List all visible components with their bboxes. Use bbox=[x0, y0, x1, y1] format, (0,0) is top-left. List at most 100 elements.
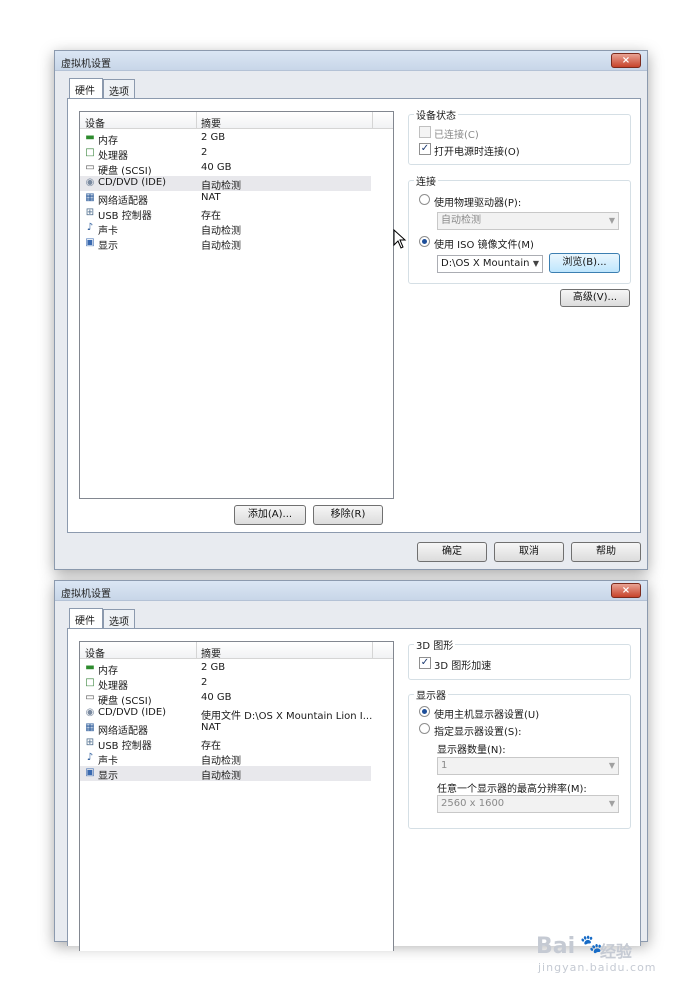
physical-drive-label: 使用物理驱动器(P): bbox=[434, 198, 522, 209]
list-item[interactable]: □ 处理器 2 bbox=[80, 146, 371, 162]
iso-path-value: D:\OS X Mountain bbox=[441, 258, 530, 269]
list-item[interactable]: ▭ 硬盘 (SCSI) 40 GB bbox=[80, 161, 371, 177]
list-item[interactable]: ♪ 声卡 自动检测 bbox=[80, 751, 371, 768]
advanced-button[interactable]: 高级(V)... bbox=[560, 289, 630, 307]
list-item[interactable]: ⊞ USB 控制器 存在 bbox=[80, 736, 371, 753]
column-header-device[interactable]: 设备 bbox=[85, 645, 105, 660]
sound-card-icon: ♪ bbox=[86, 222, 94, 233]
cancel-button[interactable]: 取消 bbox=[494, 542, 564, 562]
sound-card-icon: ♪ bbox=[86, 752, 94, 763]
ok-button[interactable]: 确定 bbox=[417, 542, 487, 562]
watermark-url: jingyan.baidu.com bbox=[538, 961, 657, 974]
close-button[interactable]: × bbox=[611, 583, 641, 598]
device-summary: 存在 bbox=[201, 741, 221, 752]
tab-options[interactable]: 选项 bbox=[103, 609, 135, 629]
connect-at-power-on-checkbox[interactable]: ✓ bbox=[419, 143, 431, 155]
remove-button[interactable]: 移除(R) bbox=[313, 505, 383, 525]
list-item[interactable]: ▣ 显示 自动检测 bbox=[80, 236, 371, 253]
vm-settings-window-cd-dvd: 虚拟机设置 × 硬件 选项 设备 摘要 ▬ 内存 2 GB □ 处理器 2 ▭ 硬盘 (SCS… bbox=[54, 50, 648, 570]
add-button[interactable]: 添加(A)... bbox=[234, 505, 306, 525]
max-resolution-label: 任意一个显示器的最高分辨率(M): bbox=[437, 784, 587, 795]
device-name: 硬盘 (SCSI) bbox=[98, 696, 152, 707]
processor-icon: □ bbox=[85, 677, 95, 688]
list-item[interactable]: ◉ CD/DVD (IDE) 使用文件 D:\OS X Mountain Lion … bbox=[80, 706, 373, 722]
title-bar[interactable]: 虚拟机设置 × bbox=[55, 51, 647, 71]
chevron-down-icon: ▼ bbox=[608, 216, 615, 225]
device-summary: 自动检测 bbox=[201, 181, 241, 192]
specify-settings-label: 指定显示器设置(S): bbox=[434, 727, 522, 738]
list-item[interactable]: ⊞ USB 控制器 存在 bbox=[80, 206, 371, 223]
iso-image-radio[interactable] bbox=[419, 236, 430, 247]
device-summary: 2 GB bbox=[201, 132, 226, 143]
list-item[interactable]: ▦ 网络适配器 NAT bbox=[80, 721, 371, 737]
tab-options[interactable]: 选项 bbox=[103, 79, 135, 99]
monitor-count-select[interactable]: 1 ▼ bbox=[437, 757, 619, 775]
column-header-device[interactable]: 设备 bbox=[85, 115, 105, 130]
3d-acceleration-label: 3D 图形加速 bbox=[434, 661, 492, 672]
device-summary: 存在 bbox=[201, 211, 221, 222]
tab-hardware[interactable]: 硬件 bbox=[69, 78, 103, 100]
list-item[interactable]: ▬ 内存 2 GB bbox=[80, 661, 371, 677]
list-item[interactable]: ▭ 硬盘 (SCSI) 40 GB bbox=[80, 691, 371, 707]
mouse-cursor-icon bbox=[393, 229, 407, 249]
hard-disk-icon: ▭ bbox=[85, 692, 95, 703]
physical-drive-select[interactable]: 自动检测 ▼ bbox=[437, 212, 619, 230]
device-summary: 2 bbox=[201, 677, 208, 688]
device-summary: 2 bbox=[201, 147, 208, 158]
column-header-summary[interactable]: 摘要 bbox=[201, 115, 221, 130]
device-name: 声卡 bbox=[98, 756, 118, 767]
iso-path-combo[interactable]: D:\OS X Mountain ▼ bbox=[437, 255, 543, 273]
max-resolution-value: 2560 x 1600 bbox=[441, 798, 505, 809]
3d-graphics-group: 3D 图形 ✓ 3D 图形加速 bbox=[408, 637, 631, 680]
device-list[interactable]: 设备 摘要 ▬ 内存 2 GB □ 处理器 2 ▭ 硬盘 (SCSI) 40 GB ◉ CD/DVD… bbox=[79, 111, 394, 499]
connected-checkbox[interactable] bbox=[419, 126, 431, 138]
3d-acceleration-checkbox[interactable]: ✓ bbox=[419, 657, 431, 669]
device-status-label: 设备状态 bbox=[414, 107, 458, 122]
list-item[interactable]: ▦ 网络适配器 NAT bbox=[80, 191, 371, 207]
device-name: CD/DVD (IDE) bbox=[98, 707, 167, 718]
specify-settings-radio[interactable] bbox=[419, 723, 430, 734]
device-name: 内存 bbox=[98, 136, 118, 147]
device-list[interactable]: 设备 摘要 ▬ 内存 2 GB □ 处理器 2 ▭ 硬盘 (SCSI) 40 GB ◉ CD/DVD… bbox=[79, 641, 394, 951]
cd-dvd-icon: ◉ bbox=[85, 177, 95, 188]
display-icon: ▣ bbox=[85, 767, 95, 778]
device-name: 硬盘 (SCSI) bbox=[98, 166, 152, 177]
device-name: 内存 bbox=[98, 666, 118, 677]
vm-settings-window-display: 虚拟机设置 × 硬件 选项 设备 摘要 ▬ 内存 2 GB □ 处理器 2 ▭ 硬盘 (SCS… bbox=[54, 580, 648, 951]
list-item[interactable]: □ 处理器 2 bbox=[80, 676, 371, 692]
physical-drive-radio[interactable] bbox=[419, 194, 430, 205]
list-item[interactable]: ♪ 声卡 自动检测 bbox=[80, 221, 371, 238]
monitor-count-value: 1 bbox=[441, 760, 448, 771]
browse-button[interactable]: 浏览(B)... bbox=[549, 253, 620, 273]
window-title: 虚拟机设置 bbox=[61, 589, 111, 600]
column-header-summary[interactable]: 摘要 bbox=[201, 645, 221, 660]
memory-icon: ▬ bbox=[85, 662, 95, 673]
device-name: 显示 bbox=[98, 771, 118, 782]
device-name: 声卡 bbox=[98, 226, 118, 237]
monitors-group: 显示器 使用主机显示器设置(U) 指定显示器设置(S): 显示器数量(N): 1… bbox=[408, 687, 631, 829]
device-name: 网络适配器 bbox=[98, 196, 148, 207]
cd-dvd-icon: ◉ bbox=[85, 707, 95, 718]
max-resolution-select[interactable]: 2560 x 1600 ▼ bbox=[437, 795, 619, 813]
device-summary: 使用文件 D:\OS X Mountain Lion I... bbox=[201, 711, 373, 722]
tab-hardware[interactable]: 硬件 bbox=[69, 608, 103, 630]
use-host-settings-radio[interactable] bbox=[419, 706, 430, 717]
hardware-tab-page: 设备 摘要 ▬ 内存 2 GB □ 处理器 2 ▭ 硬盘 (SCSI) 40 GB ◉ CD/DVD… bbox=[67, 628, 641, 951]
list-item[interactable]: ▣ 显示 自动检测 bbox=[80, 766, 371, 782]
memory-icon: ▬ bbox=[85, 132, 95, 143]
list-header: 设备 摘要 bbox=[80, 112, 393, 130]
device-summary: NAT bbox=[201, 722, 221, 733]
list-item[interactable]: ◉ CD/DVD (IDE) 自动检测 bbox=[80, 176, 371, 192]
device-summary: 自动检测 bbox=[201, 771, 241, 782]
3d-graphics-label: 3D 图形 bbox=[414, 637, 456, 652]
device-name: 网络适配器 bbox=[98, 726, 148, 737]
usb-icon: ⊞ bbox=[85, 737, 95, 748]
display-icon: ▣ bbox=[85, 237, 95, 248]
list-item[interactable]: ▬ 内存 2 GB bbox=[80, 131, 371, 147]
close-button[interactable]: × bbox=[611, 53, 641, 68]
device-summary: NAT bbox=[201, 192, 221, 203]
title-bar[interactable]: 虚拟机设置 × bbox=[55, 581, 647, 601]
help-button[interactable]: 帮助 bbox=[571, 542, 641, 562]
device-name: 处理器 bbox=[98, 151, 128, 162]
processor-icon: □ bbox=[85, 147, 95, 158]
